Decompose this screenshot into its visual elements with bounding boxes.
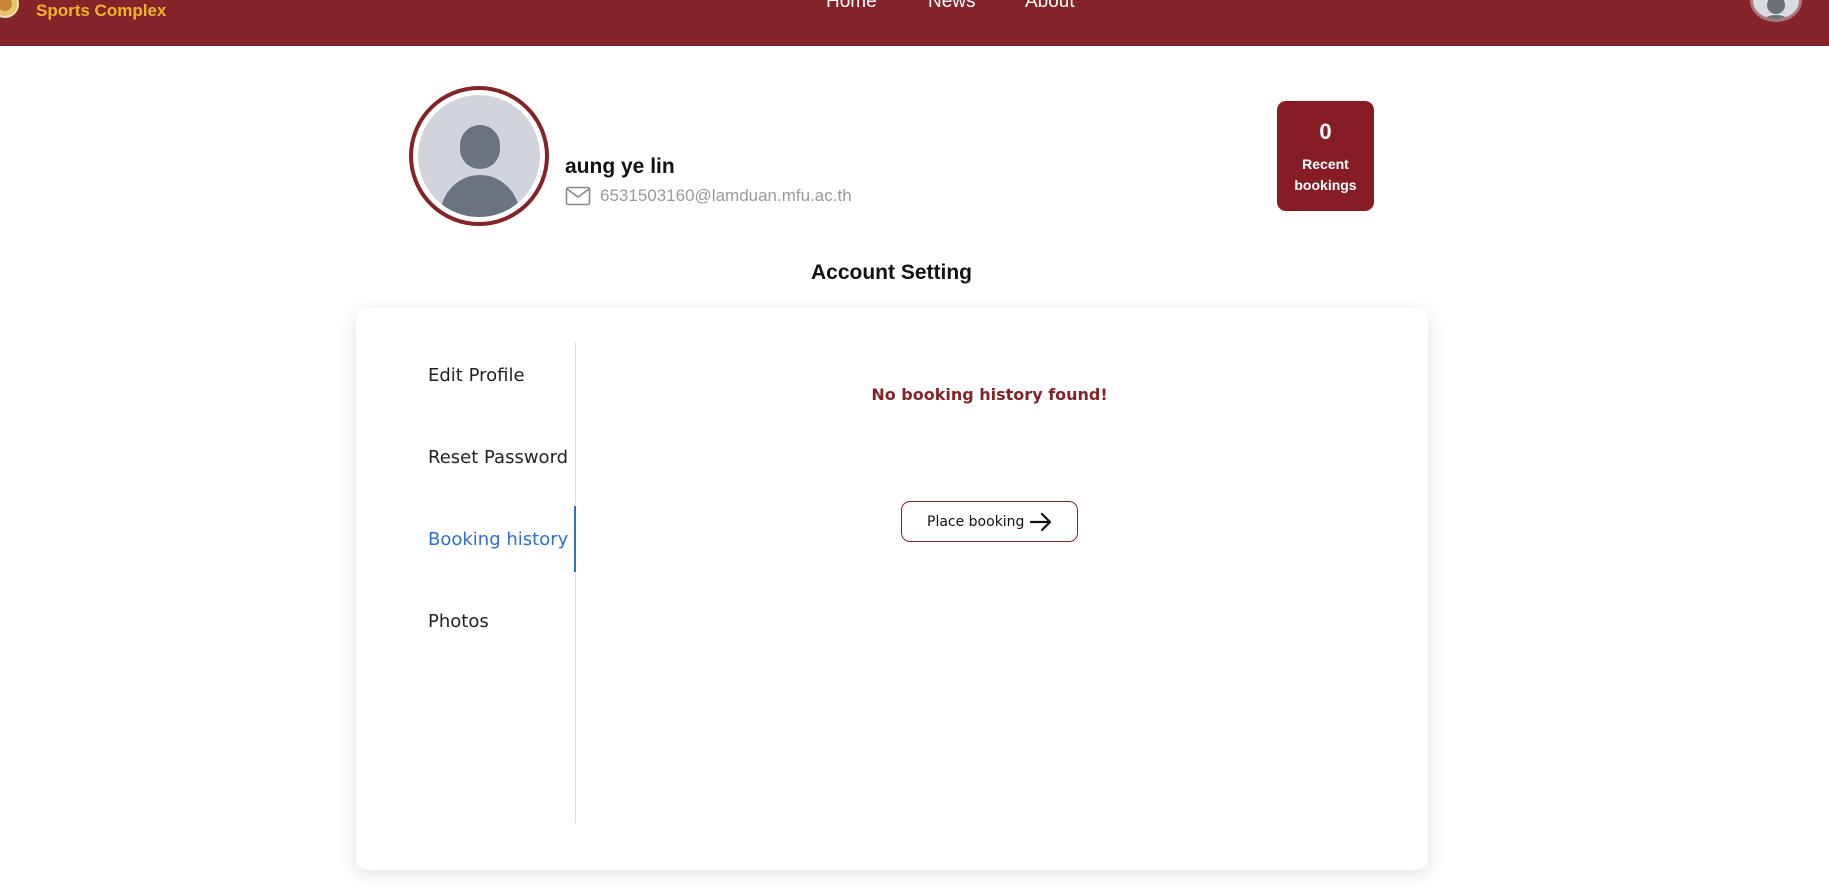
crest-logo-icon[interactable] bbox=[0, 0, 20, 20]
nav-link-home[interactable]: Home bbox=[826, 0, 877, 13]
sidebar-item-edit-profile[interactable]: Edit Profile bbox=[428, 365, 525, 386]
place-booking-label: Place booking bbox=[927, 514, 1025, 530]
nav-link-about[interactable]: About bbox=[1025, 0, 1075, 13]
recent-bookings-badge: 0 Recent bookings bbox=[1277, 101, 1374, 211]
arrow-right-icon bbox=[1029, 512, 1052, 532]
navbar-avatar-button[interactable] bbox=[1750, 0, 1802, 22]
empty-booking-message: No booking history found! bbox=[871, 385, 1108, 404]
profile-email: 6531503160@lamduan.mfu.ac.th bbox=[600, 186, 852, 205]
sidebar-item-reset-password[interactable]: Reset Password bbox=[428, 447, 568, 468]
profile-name: aung ye lin bbox=[565, 155, 675, 178]
user-avatar-icon bbox=[1763, 0, 1789, 19]
mail-icon bbox=[565, 186, 591, 206]
place-booking-button[interactable]: Place booking bbox=[901, 501, 1078, 542]
sidebar-item-photos[interactable]: Photos bbox=[428, 611, 489, 632]
nav-link-news[interactable]: News bbox=[928, 0, 976, 13]
sidebar-item-booking-history[interactable]: Booking history bbox=[428, 529, 568, 550]
user-avatar-icon bbox=[440, 125, 520, 217]
recent-bookings-label: Recent bookings bbox=[1294, 156, 1357, 193]
profile-avatar-image bbox=[418, 95, 540, 217]
profile-avatar bbox=[409, 86, 549, 226]
active-tab-indicator bbox=[574, 506, 576, 572]
sidebar-divider bbox=[575, 342, 576, 823]
recent-bookings-count: 0 bbox=[1319, 119, 1332, 144]
account-setting-title: Account Setting bbox=[811, 261, 972, 284]
brand-name[interactable]: Sports Complex bbox=[36, 1, 166, 21]
top-navbar: Sports Complex Home News About bbox=[0, 0, 1829, 46]
